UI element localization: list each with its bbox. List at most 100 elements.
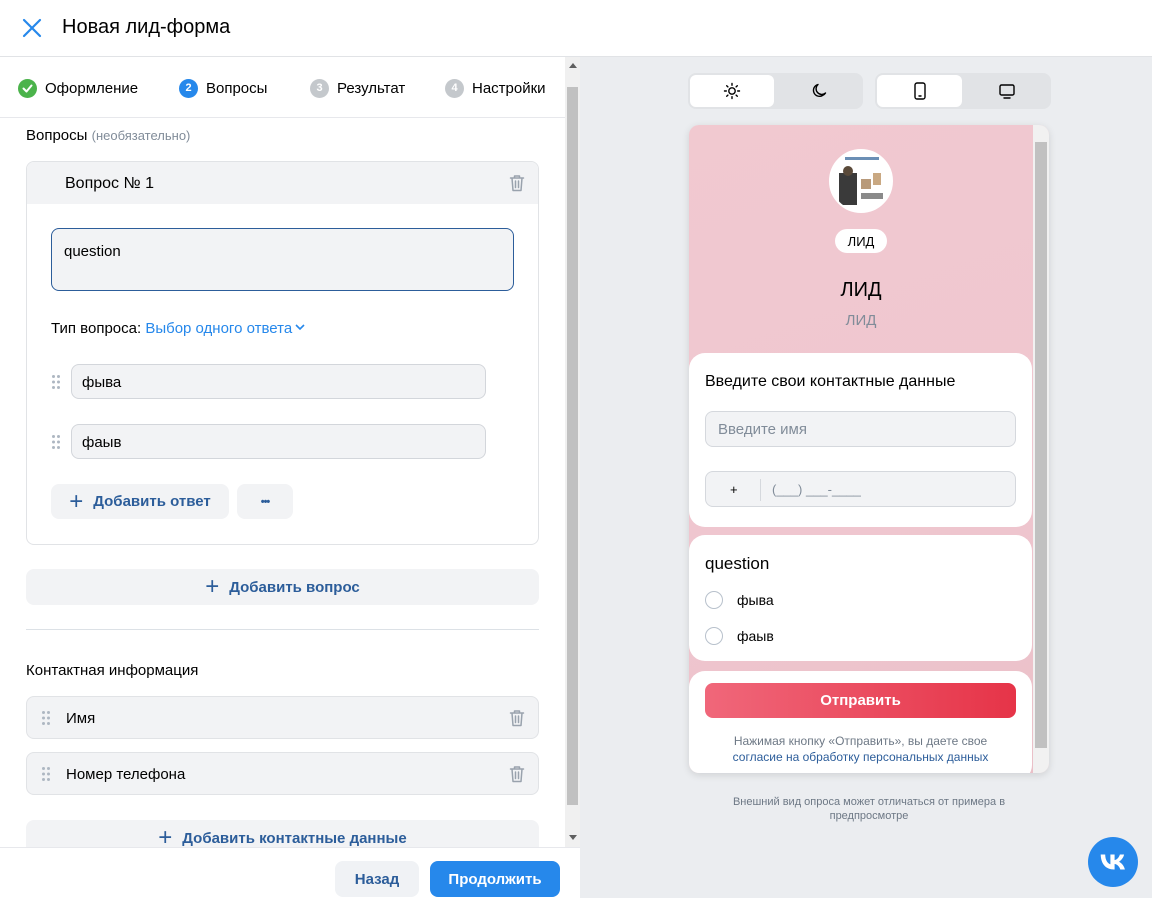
- consent-text: Нажимая кнопку «Отправить», вы даете сво…: [733, 734, 988, 748]
- contact-form-title: Введите свои контактные данные: [705, 373, 956, 390]
- sun-icon: [723, 82, 741, 100]
- consent-link[interactable]: согласие на обработку персональных данны…: [733, 750, 989, 764]
- check-icon: [18, 78, 37, 98]
- step-label: Оформление: [45, 79, 139, 97]
- question-type-label: Тип вопроса:: [51, 320, 142, 337]
- add-question-label: Добавить вопрос: [229, 578, 360, 596]
- drag-handle-icon[interactable]: [51, 374, 61, 390]
- scrollbar-thumb[interactable]: [567, 87, 578, 805]
- step-label: Результат: [337, 79, 406, 97]
- trash-icon[interactable]: [509, 765, 525, 783]
- step-number: 3: [310, 78, 329, 98]
- question-title: Вопрос № 1: [65, 175, 154, 192]
- answer-input[interactable]: фыва: [71, 364, 486, 399]
- phone-preview: ЛИД ЛИД ЛИД Введите свои контактные данн…: [689, 125, 1049, 773]
- vk-logo-button[interactable]: [1088, 837, 1138, 887]
- plus-icon: +: [205, 573, 220, 600]
- theme-switch: [688, 73, 863, 109]
- top-bar: Новая лид-форма: [0, 0, 1152, 57]
- radio-label: фаыв: [737, 628, 774, 644]
- questions-section-title: Вопросы (необязательно): [26, 127, 190, 144]
- trash-icon[interactable]: [509, 709, 525, 727]
- mobile-view-button[interactable]: [877, 75, 962, 107]
- dark-theme-button[interactable]: [777, 75, 861, 107]
- monitor-icon: [998, 84, 1015, 99]
- step-label: Настройки: [472, 79, 546, 97]
- contact-item-phone[interactable]: Номер телефона: [26, 752, 539, 795]
- continue-button[interactable]: Продолжить: [430, 861, 560, 897]
- contact-item-label: Номер телефона: [66, 766, 186, 783]
- radio-option-1[interactable]: [705, 591, 723, 609]
- scrollbar[interactable]: [565, 57, 580, 847]
- preview-question-text: question: [705, 554, 770, 573]
- step-result[interactable]: 3 Результат: [310, 78, 405, 98]
- contact-item-name[interactable]: Имя: [26, 696, 539, 739]
- question-preview-card: question фыва фаыв: [689, 535, 1032, 661]
- step-settings[interactable]: 4 Настройки: [445, 78, 546, 98]
- preview-disclaimer: Внешний вид опроса может отличаться от п…: [732, 796, 1006, 822]
- step-questions[interactable]: 2 Вопросы: [179, 78, 267, 98]
- preview-badge: ЛИД: [835, 229, 887, 253]
- drag-handle-icon[interactable]: [41, 766, 51, 782]
- phone-input[interactable]: + (___) ___-____: [705, 471, 1016, 507]
- phone-separator: [760, 479, 761, 501]
- preview-panel: ЛИД ЛИД ЛИД Введите свои контактные данн…: [580, 57, 1152, 898]
- step-number: 2: [179, 78, 198, 98]
- optional-label: (необязательно): [91, 128, 191, 143]
- scroll-down-icon[interactable]: [569, 835, 577, 840]
- divider: [26, 629, 539, 630]
- editor-panel: Оформление 2 Вопросы 3 Результат 4 Настр…: [0, 57, 580, 898]
- question-type-value: Выбор одного ответа: [145, 320, 293, 337]
- question-type-dropdown[interactable]: Выбор одного ответа: [145, 320, 305, 337]
- preview-scrollbar[interactable]: [1033, 125, 1049, 773]
- question-type: Тип вопроса: Выбор одного ответа: [51, 320, 305, 337]
- add-question-button[interactable]: + Добавить вопрос: [26, 569, 539, 605]
- section-label: Вопросы: [26, 127, 88, 144]
- add-answer-label: Добавить ответ: [93, 493, 211, 510]
- step-label: Вопросы: [206, 79, 268, 97]
- preview-subtitle: ЛИД: [845, 312, 877, 329]
- send-button[interactable]: Отправить: [705, 683, 1016, 718]
- device-switch: [875, 73, 1051, 109]
- page-title: Новая лид-форма: [62, 16, 231, 38]
- preview-scrollbar-thumb[interactable]: [1035, 142, 1047, 748]
- more-button[interactable]: •••: [237, 484, 293, 519]
- question-text-input[interactable]: question: [51, 228, 514, 291]
- radio-label: фыва: [737, 592, 774, 608]
- chevron-down-icon: [295, 324, 305, 331]
- question-card: Вопрос № 1 question Тип вопроса: Выбор о…: [26, 161, 539, 545]
- back-button[interactable]: Назад: [335, 861, 419, 897]
- drag-handle-icon[interactable]: [41, 710, 51, 726]
- footer-bar: Назад Продолжить: [0, 847, 580, 898]
- submit-card: Отправить Нажимая кнопку «Отправить», вы…: [689, 671, 1032, 773]
- plus-icon: +: [158, 824, 173, 851]
- contact-section-title: Контактная информация: [26, 662, 199, 679]
- preview-title: ЛИД: [840, 279, 882, 301]
- close-icon[interactable]: [22, 18, 42, 38]
- add-contact-label: Добавить контактные данные: [182, 829, 407, 847]
- light-theme-button[interactable]: [690, 75, 774, 107]
- add-answer-button[interactable]: + Добавить ответ: [51, 484, 229, 519]
- step-design[interactable]: Оформление: [18, 78, 138, 98]
- name-input[interactable]: Введите имя: [705, 411, 1016, 447]
- phone-mask: (___) ___-____: [772, 482, 861, 497]
- avatar: [829, 149, 893, 213]
- question-card-header[interactable]: Вопрос № 1: [27, 162, 538, 204]
- consent-link-row: согласие на обработку персональных данны…: [689, 749, 1032, 765]
- moon-icon: [812, 83, 827, 97]
- desktop-view-button[interactable]: [964, 75, 1049, 107]
- answer-input[interactable]: фаыв: [71, 424, 486, 459]
- contact-form-card: Введите свои контактные данные Введите и…: [689, 353, 1032, 527]
- contact-item-label: Имя: [66, 710, 96, 727]
- steps-bar: Оформление 2 Вопросы 3 Результат 4 Настр…: [0, 57, 565, 118]
- phone-icon: [913, 82, 926, 100]
- radio-option-2[interactable]: [705, 627, 723, 645]
- step-number: 4: [445, 78, 464, 98]
- plus-icon: +: [69, 487, 84, 515]
- vk-logo-icon: [1100, 854, 1125, 870]
- drag-handle-icon[interactable]: [51, 434, 61, 450]
- trash-icon[interactable]: [509, 174, 525, 192]
- avatar-image: [831, 151, 891, 211]
- scroll-up-icon[interactable]: [569, 63, 577, 68]
- phone-prefix: +: [730, 482, 738, 497]
